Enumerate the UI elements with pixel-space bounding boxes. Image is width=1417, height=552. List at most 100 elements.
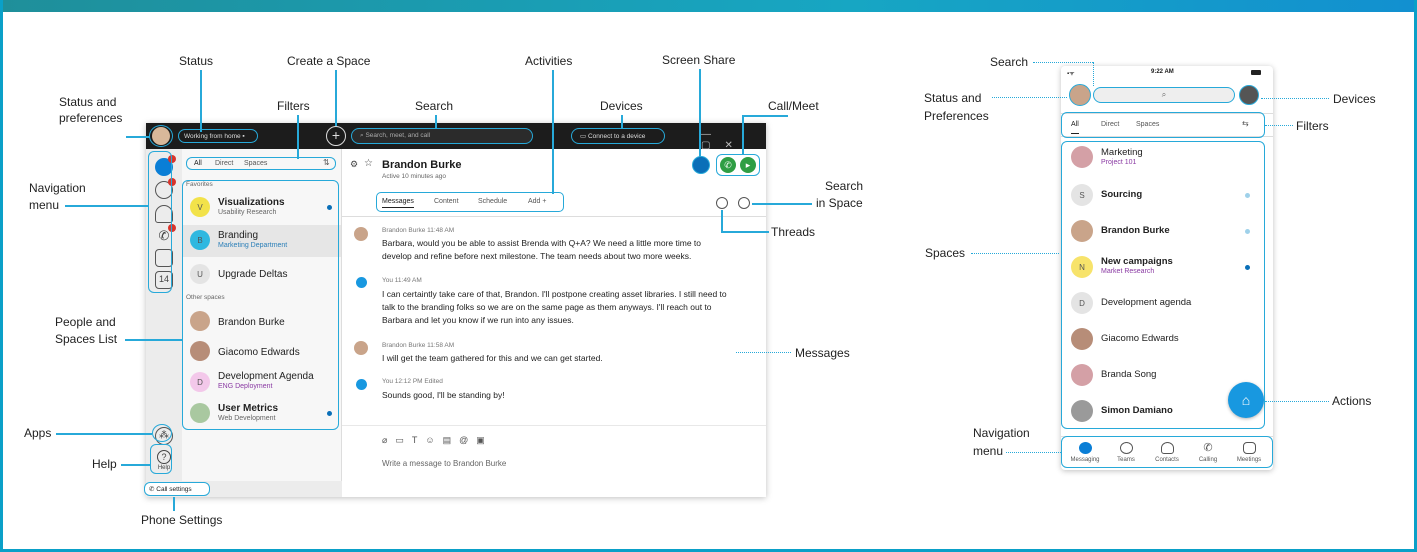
leader-line [297, 115, 299, 159]
divider [342, 216, 766, 217]
call-settings-label: Call settings [156, 486, 192, 493]
leader-line [699, 69, 701, 157]
filter-all[interactable]: All [194, 160, 202, 167]
filter-spaces[interactable]: Spaces [244, 160, 267, 167]
callout-mobile-nav-1: Navigation [973, 426, 1030, 440]
search-in-space-icon[interactable] [738, 197, 750, 209]
connect-device-button[interactable]: ▭ Connect to a device [571, 128, 665, 144]
filter-direct[interactable]: Direct [215, 160, 233, 167]
leader-line [736, 352, 791, 353]
highlight-mobile-spaces [1061, 141, 1265, 429]
leader-line [1093, 62, 1094, 86]
callout-mobile-spaces: Spaces [925, 246, 966, 260]
callout-activities: Activities [525, 54, 573, 68]
divider [342, 425, 766, 426]
screen-share-button[interactable] [692, 156, 710, 174]
composer-input[interactable]: Write a message to Brandon Burke [382, 459, 506, 468]
leader-line [1265, 401, 1329, 402]
callout-devices: Devices [600, 99, 643, 113]
leader-line [200, 70, 202, 132]
highlight-apps [152, 424, 172, 442]
contact-name-header: Brandon Burke [382, 159, 462, 171]
leader-line [1033, 62, 1093, 63]
callout-apps: Apps [24, 426, 52, 440]
leader-line [1261, 98, 1329, 99]
callout-search-in-space-2: in Space [816, 196, 863, 210]
search-icon: ⌕ [1161, 90, 1167, 99]
callout-mobile-search: Search [990, 55, 1029, 69]
composer-toolbar[interactable]: ⌀▭T☺▤@▣ [382, 435, 493, 446]
tab-schedule[interactable]: Schedule [478, 198, 507, 205]
status-text: Working from home [184, 133, 241, 140]
message-text: I will get the team gathered for this an… [382, 353, 603, 363]
search-bar[interactable]: ⌕ [1093, 87, 1235, 103]
highlight-navigation-menu [148, 151, 172, 293]
tab-messages[interactable]: Messages [382, 198, 414, 208]
callout-messages: Messages [795, 346, 850, 360]
leader-line [752, 203, 812, 205]
callout-navigation-menu-1: Navigation [29, 181, 86, 195]
user-avatar[interactable] [1069, 84, 1091, 106]
callout-create-space: Create a Space [287, 54, 371, 68]
leader-line [65, 205, 148, 207]
callout-status: Status [179, 54, 214, 68]
signal-icons: ▪ᯤ [1067, 71, 1075, 77]
search-placeholder: Search, meet, and call [365, 132, 431, 139]
callout-mobile-devices: Devices [1333, 92, 1376, 106]
tab-content[interactable]: Content [434, 198, 459, 205]
space-options-icon[interactable]: ⚙ [350, 159, 358, 170]
callout-mobile-status-1: Status and [924, 91, 982, 105]
window-controls[interactable]: —▢✕ [701, 129, 766, 151]
callout-navigation-menu-2: menu [29, 198, 60, 212]
message-meta: Brandon Burke 11:48 AM [382, 227, 455, 234]
threads-icon[interactable] [716, 197, 728, 209]
message-text: I can certaintly take care of that, Bran… [382, 289, 727, 325]
callout-search: Search [415, 99, 454, 113]
leader-line [552, 70, 554, 194]
create-space-button[interactable]: + [326, 126, 346, 146]
callout-people-spaces-1: People and [55, 315, 116, 329]
callout-filters: Filters [277, 99, 310, 113]
diagram-frame: Working from home ▪ + ⌕ Search, meet, an… [0, 0, 1417, 552]
callout-screen-share: Screen Share [662, 53, 736, 67]
message-text: Barbara, would you be able to assist Bre… [382, 238, 701, 261]
tab-add[interactable]: Add + [528, 198, 547, 205]
status-pill[interactable]: Working from home ▪ [178, 129, 258, 143]
leader-line [173, 497, 175, 511]
leader-line [742, 115, 788, 117]
devices-button[interactable] [1239, 85, 1259, 105]
leader-line [56, 433, 152, 435]
leader-line [125, 339, 182, 341]
leader-line [126, 136, 150, 138]
leader-line [335, 70, 337, 126]
leader-line [971, 253, 1059, 254]
callout-call-meet: Call/Meet [768, 99, 819, 113]
video-call-button[interactable]: ▸ [740, 157, 756, 173]
call-settings-button[interactable]: ✆ Call settings [144, 482, 210, 496]
message-meta: Brandon Burke 11:58 AM [382, 342, 455, 349]
sender-avatar [354, 341, 368, 355]
highlight-mobile-filters [1061, 112, 1265, 138]
highlight-avatar [149, 125, 173, 147]
highlight-help [150, 444, 172, 474]
message-meta: You 11:49 AM [382, 277, 422, 284]
callout-status-preferences-1: Status and [59, 95, 117, 109]
search-bar[interactable]: ⌕ Search, meet, and call [351, 128, 533, 144]
leader-line [742, 115, 744, 155]
self-avatar [356, 379, 367, 390]
leader-line [621, 115, 623, 128]
callout-help: Help [92, 457, 117, 471]
leader-line [721, 210, 723, 232]
highlight-mobile-nav [1061, 436, 1273, 468]
audio-call-button[interactable]: ✆ [720, 157, 736, 173]
highlight-people-spaces-list [182, 180, 339, 430]
device-icon: ▭ [580, 133, 588, 140]
callout-phone-settings: Phone Settings [141, 513, 223, 527]
leader-line [721, 231, 769, 233]
callout-mobile-status-2: Preferences [924, 109, 989, 123]
favorite-star-icon[interactable]: ☆ [364, 158, 373, 169]
callout-status-preferences-2: preferences [59, 111, 123, 125]
message-meta: You 12:12 PM Edited [382, 378, 443, 385]
title-bar: Working from home ▪ + ⌕ Search, meet, an… [146, 123, 766, 151]
filter-options-icon[interactable]: ⇅ [323, 158, 330, 167]
